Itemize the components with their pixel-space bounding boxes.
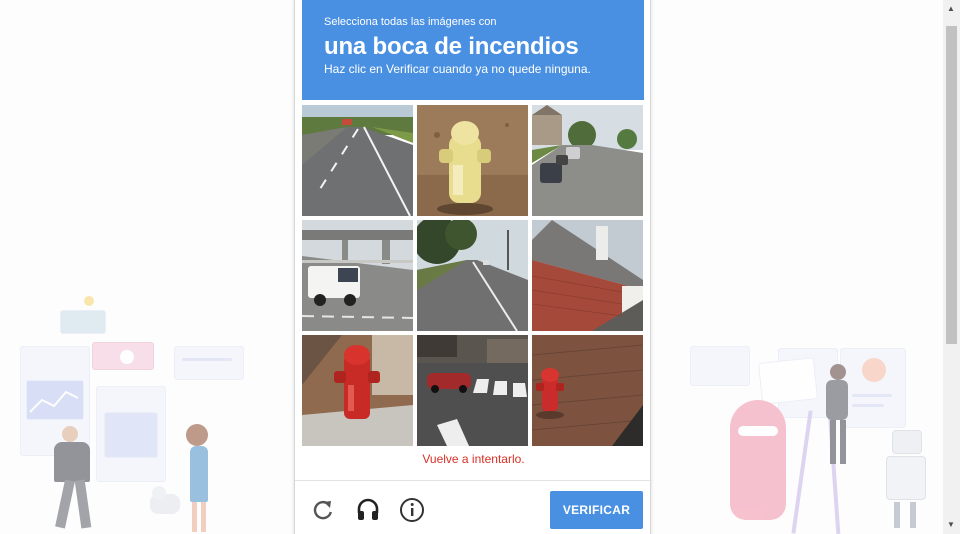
image-tile-highway[interactable] (302, 105, 413, 216)
image-tile-crosswalk[interactable] (417, 335, 528, 446)
image-tile-red-hydrant-brick[interactable] (532, 335, 643, 446)
image-tile-yellow-hydrant[interactable] (417, 105, 528, 216)
image-tile-brick-house[interactable] (532, 220, 643, 331)
instruction-banner: Selecciona todas las imágenes con una bo… (302, 0, 644, 100)
captcha-challenge: Selecciona todas las imágenes con una bo… (294, 0, 652, 534)
headphones-icon[interactable] (355, 497, 381, 523)
image-tile-street-cars[interactable] (532, 105, 643, 216)
image-tile-road-trees[interactable] (417, 220, 528, 331)
target-object-label: una boca de incendios (324, 33, 579, 60)
instruction-small: Selecciona todas las imágenes con (324, 16, 497, 28)
image-grid (302, 105, 644, 446)
left-background-illustration (0, 290, 260, 534)
captcha-footer: VERIFICAR (295, 480, 652, 534)
scroll-down-arrow-icon[interactable]: ▼ (947, 520, 955, 529)
info-icon[interactable] (399, 497, 425, 523)
image-tile-truck-highway[interactable] (302, 220, 413, 331)
page: Selecciona todas las imágenes con una bo… (0, 0, 960, 534)
page-scrollbar[interactable]: ▲ ▼ (943, 0, 960, 534)
reload-icon[interactable] (310, 497, 336, 523)
image-tile-red-hydrant-sidewalk[interactable] (302, 335, 413, 446)
instruction-sub: Haz clic en Verificar cuando ya no quede… (324, 62, 591, 76)
error-message: Vuelve a intentarlo. (422, 452, 525, 466)
scrollbar-thumb[interactable] (946, 26, 957, 344)
right-background-illustration (680, 330, 945, 534)
verify-button[interactable]: VERIFICAR (550, 491, 643, 529)
scroll-up-arrow-icon[interactable]: ▲ (947, 4, 955, 13)
